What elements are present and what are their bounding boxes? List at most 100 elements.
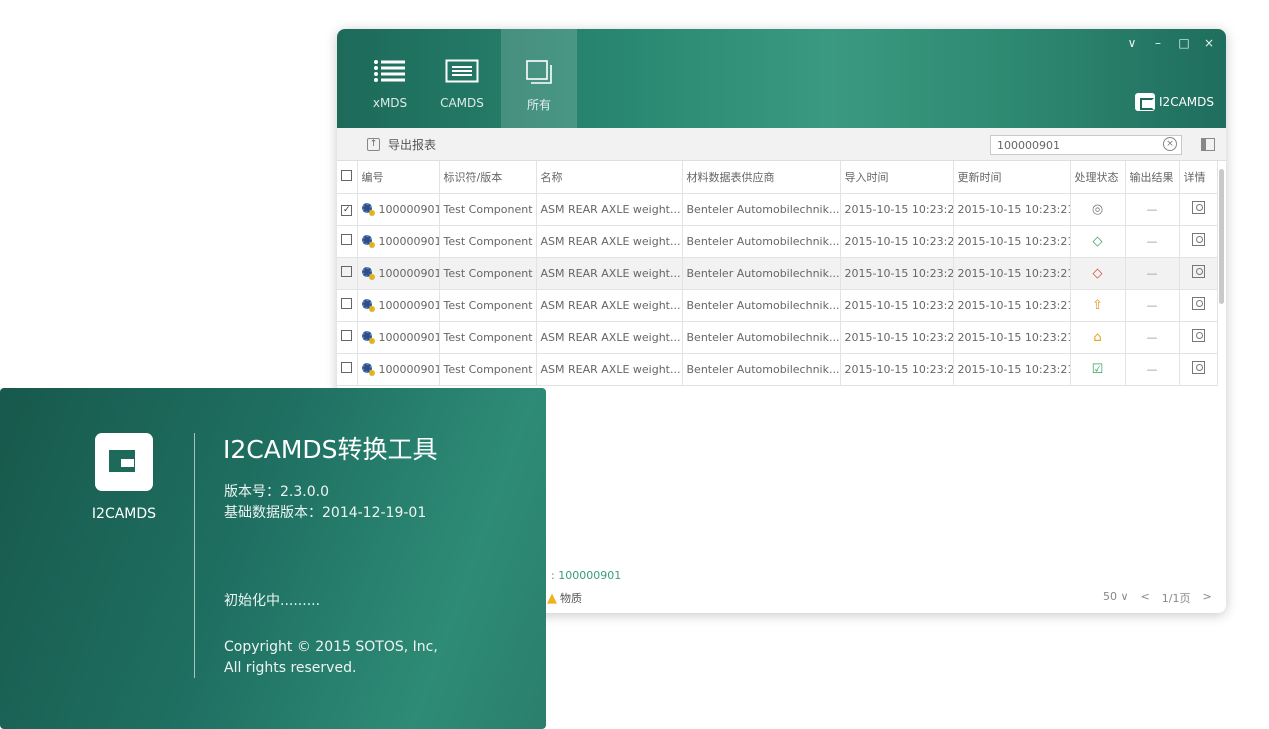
table-row[interactable]: 100000901 Test Component ASM REAR AXLE wei… xyxy=(337,353,1218,386)
detail-search-icon[interactable] xyxy=(1191,329,1205,342)
column-header[interactable]: 名称 xyxy=(536,161,683,194)
cell-identifier: Test Component xyxy=(439,193,537,226)
prev-page-button[interactable]: < xyxy=(1141,590,1150,606)
row-checkbox[interactable] xyxy=(337,321,358,354)
panel-toggle-icon[interactable] xyxy=(1201,138,1215,151)
brand: I2CAMDS xyxy=(1135,93,1214,111)
cell-status[interactable]: ⇧ xyxy=(1070,289,1126,322)
export-icon: ↑ xyxy=(367,138,380,151)
detail-search-icon[interactable] xyxy=(1191,201,1205,214)
data-table: 编号 标识符/版本 名称 材料数据表供应商 导入时间 更新时间 处理状态 输出结… xyxy=(337,161,1218,386)
tab-camds[interactable]: CAMDS xyxy=(424,29,500,128)
table-header-row: 编号 标识符/版本 名称 材料数据表供应商 导入时间 更新时间 处理状态 输出结… xyxy=(337,161,1218,194)
tab-xmds[interactable]: xMDS xyxy=(352,29,428,128)
detail-search-icon[interactable] xyxy=(1191,297,1205,310)
cell-status[interactable]: ◇ xyxy=(1070,257,1126,290)
cell-identifier: Test Component xyxy=(439,289,537,322)
brand-logo-icon xyxy=(1135,93,1156,111)
row-checkbox[interactable] xyxy=(337,353,358,386)
component-icon xyxy=(361,330,375,344)
select-all-checkbox[interactable] xyxy=(337,161,358,194)
upload-arrow-icon[interactable]: ⇧ xyxy=(1092,299,1103,312)
component-icon xyxy=(361,266,375,280)
list-icon xyxy=(374,60,405,82)
cell-detail[interactable] xyxy=(1179,289,1218,322)
next-page-button[interactable]: > xyxy=(1202,590,1211,606)
detail-search-icon[interactable] xyxy=(1191,265,1205,278)
close-button[interactable]: × xyxy=(1198,34,1220,52)
cell-id: 100000901 xyxy=(357,225,440,258)
column-header[interactable]: 导入时间 xyxy=(840,161,954,194)
detail-search-icon[interactable] xyxy=(1191,233,1205,246)
toolbar: ↑ 导出报表 × xyxy=(337,128,1226,161)
table-row[interactable]: 100000901 Test Component ASM REAR AXLE wei… xyxy=(337,257,1218,290)
cell-status[interactable]: ⌂ xyxy=(1070,321,1126,354)
diamond-check-icon[interactable]: ◇ xyxy=(1093,235,1103,248)
clear-search-icon[interactable]: × xyxy=(1163,137,1177,151)
stack-icon xyxy=(526,60,552,84)
column-header[interactable]: 更新时间 xyxy=(953,161,1071,194)
cell-imported: 2015-10-15 10:23:21 xyxy=(840,289,954,322)
component-icon xyxy=(361,234,375,248)
tab-label: xMDS xyxy=(372,96,408,110)
page-size-select[interactable]: 50 ∨ xyxy=(1103,590,1129,606)
maximize-button[interactable]: □ xyxy=(1173,34,1195,52)
splash-divider xyxy=(194,433,195,678)
column-header[interactable]: 编号 xyxy=(357,161,440,194)
cell-status[interactable]: ◇ xyxy=(1070,225,1126,258)
cell-updated: 2015-10-15 10:23:21 xyxy=(953,353,1071,386)
tray-icon[interactable]: ⌂ xyxy=(1093,331,1101,344)
search-input[interactable] xyxy=(990,135,1182,155)
row-checkbox[interactable] xyxy=(337,257,358,290)
table-row[interactable]: 100000901 Test Component ASM REAR AXLE wei… xyxy=(337,225,1218,258)
column-header[interactable]: 处理状态 xyxy=(1070,161,1126,194)
cell-status[interactable]: ◎ xyxy=(1070,193,1126,226)
column-header[interactable]: 输出结果 xyxy=(1125,161,1180,194)
cell-detail[interactable] xyxy=(1179,257,1218,290)
table-row[interactable]: 100000901 Test Component ASM REAR AXLE wei… xyxy=(337,321,1218,354)
cell-identifier: Test Component xyxy=(439,353,537,386)
cell-imported: 2015-10-15 10:23:21 xyxy=(840,353,954,386)
splash-title: I2CAMDS转换工具 xyxy=(223,435,438,464)
tab-label: CAMDS xyxy=(440,96,484,110)
export-report-button[interactable]: ↑ 导出报表 xyxy=(367,136,436,153)
cell-supplier: Benteler Automobilechnik... xyxy=(682,321,841,354)
cell-output: — xyxy=(1125,353,1180,386)
cell-updated: 2015-10-15 10:23:21 xyxy=(953,289,1071,322)
minimize-button[interactable]: – xyxy=(1147,34,1169,52)
column-header[interactable]: 详情 xyxy=(1179,161,1218,194)
tab-all[interactable]: 所有 xyxy=(501,29,577,128)
data-version-text: 基础数据版本：2014-12-19-01 xyxy=(224,505,427,521)
table-row[interactable]: ✓ 100000901 Test Component ASM REAR AXLE we… xyxy=(337,193,1218,226)
page-info: 1/1页 xyxy=(1161,592,1191,605)
version-text: 版本号：2.3.0.0 xyxy=(224,484,329,500)
cell-supplier: Benteler Automobilechnik... xyxy=(682,353,841,386)
row-checkbox[interactable] xyxy=(337,289,358,322)
detail-search-icon[interactable] xyxy=(1191,361,1205,374)
row-checkbox[interactable]: ✓ xyxy=(337,193,358,226)
cell-identifier: Test Component xyxy=(439,225,537,258)
table-scrollbar[interactable] xyxy=(1219,169,1224,304)
column-header[interactable]: 材料数据表供应商 xyxy=(682,161,841,194)
cell-name: ASM REAR AXLE weight... xyxy=(536,321,683,354)
check-box-icon[interactable]: ☑ xyxy=(1092,363,1104,376)
cell-detail[interactable] xyxy=(1179,353,1218,386)
cell-id: 100000901 xyxy=(357,353,440,386)
component-icon xyxy=(361,362,375,376)
cell-detail[interactable] xyxy=(1179,193,1218,226)
cell-output: — xyxy=(1125,225,1180,258)
column-header[interactable]: 标识符/版本 xyxy=(439,161,537,194)
cell-output: — xyxy=(1125,289,1180,322)
eye-icon[interactable]: ◎ xyxy=(1092,203,1103,216)
diamond-x-icon[interactable]: ◇ xyxy=(1093,267,1103,280)
cell-status[interactable]: ☑ xyxy=(1070,353,1126,386)
header-bar: xMDS CAMDS 所有 ∨ – □ × I2CAMDS xyxy=(337,29,1226,128)
component-icon xyxy=(361,298,375,312)
cell-id: 100000901 xyxy=(357,193,440,226)
row-checkbox[interactable] xyxy=(337,225,358,258)
dropdown-icon[interactable]: ∨ xyxy=(1121,34,1143,52)
cell-detail[interactable] xyxy=(1179,225,1218,258)
export-label: 导出报表 xyxy=(388,138,437,152)
table-row[interactable]: 100000901 Test Component ASM REAR AXLE wei… xyxy=(337,289,1218,322)
cell-detail[interactable] xyxy=(1179,321,1218,354)
